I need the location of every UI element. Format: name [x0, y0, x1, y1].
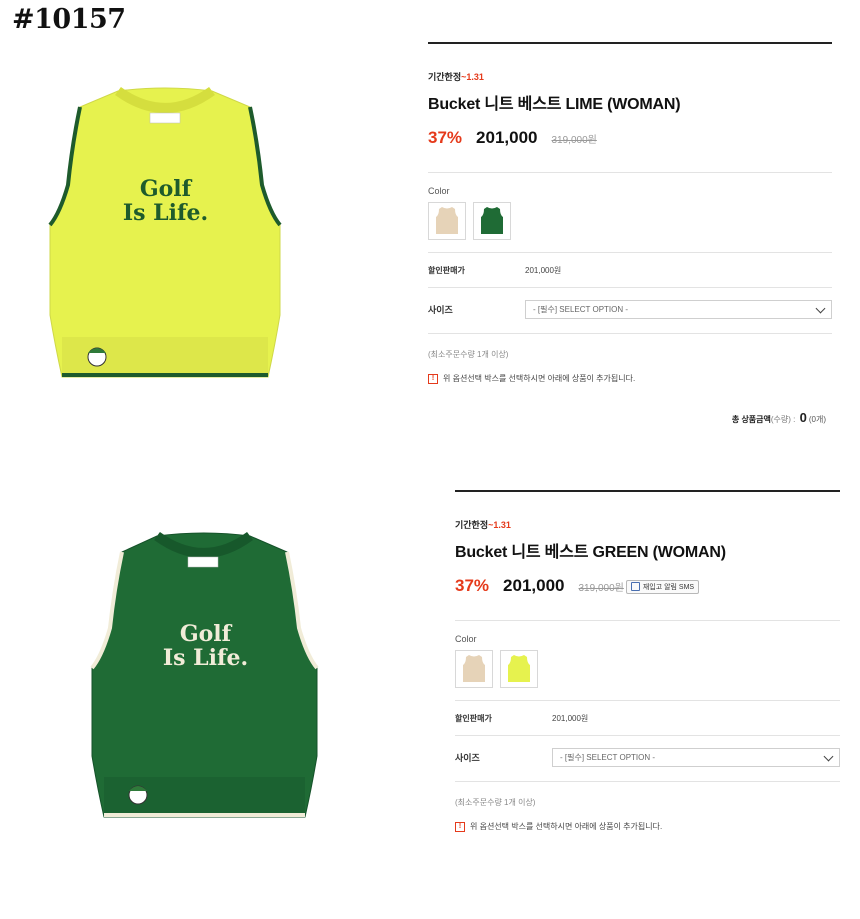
- divider: [428, 333, 832, 334]
- product-image-green-vest[interactable]: Golf Is Life.: [82, 530, 327, 830]
- size-select-value: - [필수] SELECT OPTION -: [533, 305, 629, 314]
- beige-vest-swatch[interactable]: [455, 650, 493, 688]
- lime-vest-illustration: [48, 86, 282, 378]
- beige-vest-icon: [463, 655, 485, 682]
- total-value: 0: [799, 410, 807, 425]
- min-order-qty: (최소주문수량 1개 이상): [428, 350, 509, 359]
- product-lime: Golf Is Life. 기간한정~1.31 Bucket 니트 베스트 LIM…: [0, 0, 860, 470]
- lime-vest-icon: [508, 655, 530, 682]
- total-price: 총 상품금액(수량) : 0 (0개): [428, 410, 826, 425]
- color-label: Color: [428, 186, 450, 196]
- color-section: Color: [428, 173, 832, 252]
- promo-text: 기간한정: [428, 72, 462, 82]
- color-swatches: [428, 202, 832, 240]
- option-notice: ! 위 옵션선택 박스를 선택하시면 아래에 상품이 추가됩니다.: [428, 373, 832, 384]
- promo-date: ~1.31: [488, 520, 511, 530]
- vest-print-text: Golf Is Life.: [162, 621, 249, 671]
- product-title: Bucket 니트 베스트 LIME (WOMAN): [428, 96, 681, 113]
- restock-label: 재입고 알림 SMS: [642, 583, 695, 591]
- option-notice-text: 위 옵션선택 박스를 선택하시면 아래에 상품이 추가됩니다.: [470, 822, 663, 831]
- size-row: 사이즈 - [필수] SELECT OPTION -: [428, 288, 832, 333]
- sale-price-value: 201,000원: [525, 266, 562, 275]
- bell-icon: [630, 582, 640, 591]
- sale-price: 201,000: [503, 576, 565, 595]
- divider: [455, 781, 840, 782]
- vest-print-text: Golf Is Life.: [122, 176, 209, 226]
- product-image-lime-vest[interactable]: Golf Is Life.: [40, 85, 290, 390]
- alert-icon: !: [428, 373, 438, 384]
- sale-price-row: 할인판매가 201,000원: [455, 701, 840, 735]
- size-select-value: - [필수] SELECT OPTION -: [560, 753, 656, 762]
- product-info-green: 기간한정~1.31 Bucket 니트 베스트 GREEN (WOMAN) 37…: [455, 490, 840, 832]
- size-row: 사이즈 - [필수] SELECT OPTION -: [455, 736, 840, 781]
- sale-price-label: 할인판매가: [428, 266, 465, 275]
- original-price: 319,000원: [551, 135, 597, 146]
- color-section: Color: [455, 621, 840, 700]
- color-label: Color: [455, 634, 477, 644]
- chevron-down-icon: [815, 303, 826, 313]
- min-order-qty: (최소주문수량 1개 이상): [455, 798, 536, 807]
- alert-icon: !: [455, 821, 465, 832]
- option-notice-text: 위 옵션선택 박스를 선택하시면 아래에 상품이 추가됩니다.: [443, 374, 636, 383]
- color-swatches: [455, 650, 840, 688]
- product-title: Bucket 니트 베스트 GREEN (WOMAN): [455, 544, 726, 561]
- chevron-down-icon: [823, 751, 834, 761]
- sale-price-label: 할인판매가: [455, 714, 492, 723]
- green-vest-swatch[interactable]: [473, 202, 511, 240]
- restock-sms-button[interactable]: 재입고 알림 SMS: [625, 579, 700, 594]
- size-select[interactable]: - [필수] SELECT OPTION -: [525, 300, 832, 319]
- discount-rate: 37%: [428, 128, 463, 147]
- sale-price-row: 할인판매가 201,000원: [428, 253, 832, 287]
- promo-label: 기간한정~1.31: [428, 70, 832, 83]
- size-select[interactable]: - [필수] SELECT OPTION -: [552, 748, 840, 767]
- promo-text: 기간한정: [455, 520, 489, 530]
- green-vest-illustration: [90, 531, 319, 818]
- total-qty-label: (수량) :: [770, 415, 796, 424]
- size-label: 사이즈: [428, 305, 453, 315]
- promo-label: 기간한정~1.31: [455, 518, 840, 531]
- promo-date: ~1.31: [461, 72, 484, 82]
- price-row: 37% 201,000 319,000원 재입고 알림 SMS: [455, 576, 840, 596]
- green-vest-icon: [481, 207, 503, 234]
- product-info-lime: 기간한정~1.31 Bucket 니트 베스트 LIME (WOMAN) 37%…: [428, 42, 832, 425]
- sale-price-value: 201,000원: [552, 714, 589, 723]
- original-price: 319,000원: [578, 583, 624, 594]
- price-row: 37% 201,000 319,000원: [428, 128, 832, 148]
- top-divider: [428, 42, 832, 44]
- sale-price: 201,000: [476, 128, 538, 147]
- product-green: Golf Is Life. 기간한정~1.31 Bucket 니트 베스트 GRE…: [0, 470, 860, 919]
- total-label: 총 상품금액: [731, 415, 771, 424]
- beige-vest-icon: [436, 207, 458, 234]
- beige-vest-swatch[interactable]: [428, 202, 466, 240]
- total-count: (0개): [808, 415, 826, 424]
- option-notice: ! 위 옵션선택 박스를 선택하시면 아래에 상품이 추가됩니다.: [455, 821, 840, 832]
- top-divider: [455, 490, 840, 492]
- lime-vest-swatch[interactable]: [500, 650, 538, 688]
- discount-rate: 37%: [455, 576, 490, 595]
- size-label: 사이즈: [455, 753, 480, 763]
